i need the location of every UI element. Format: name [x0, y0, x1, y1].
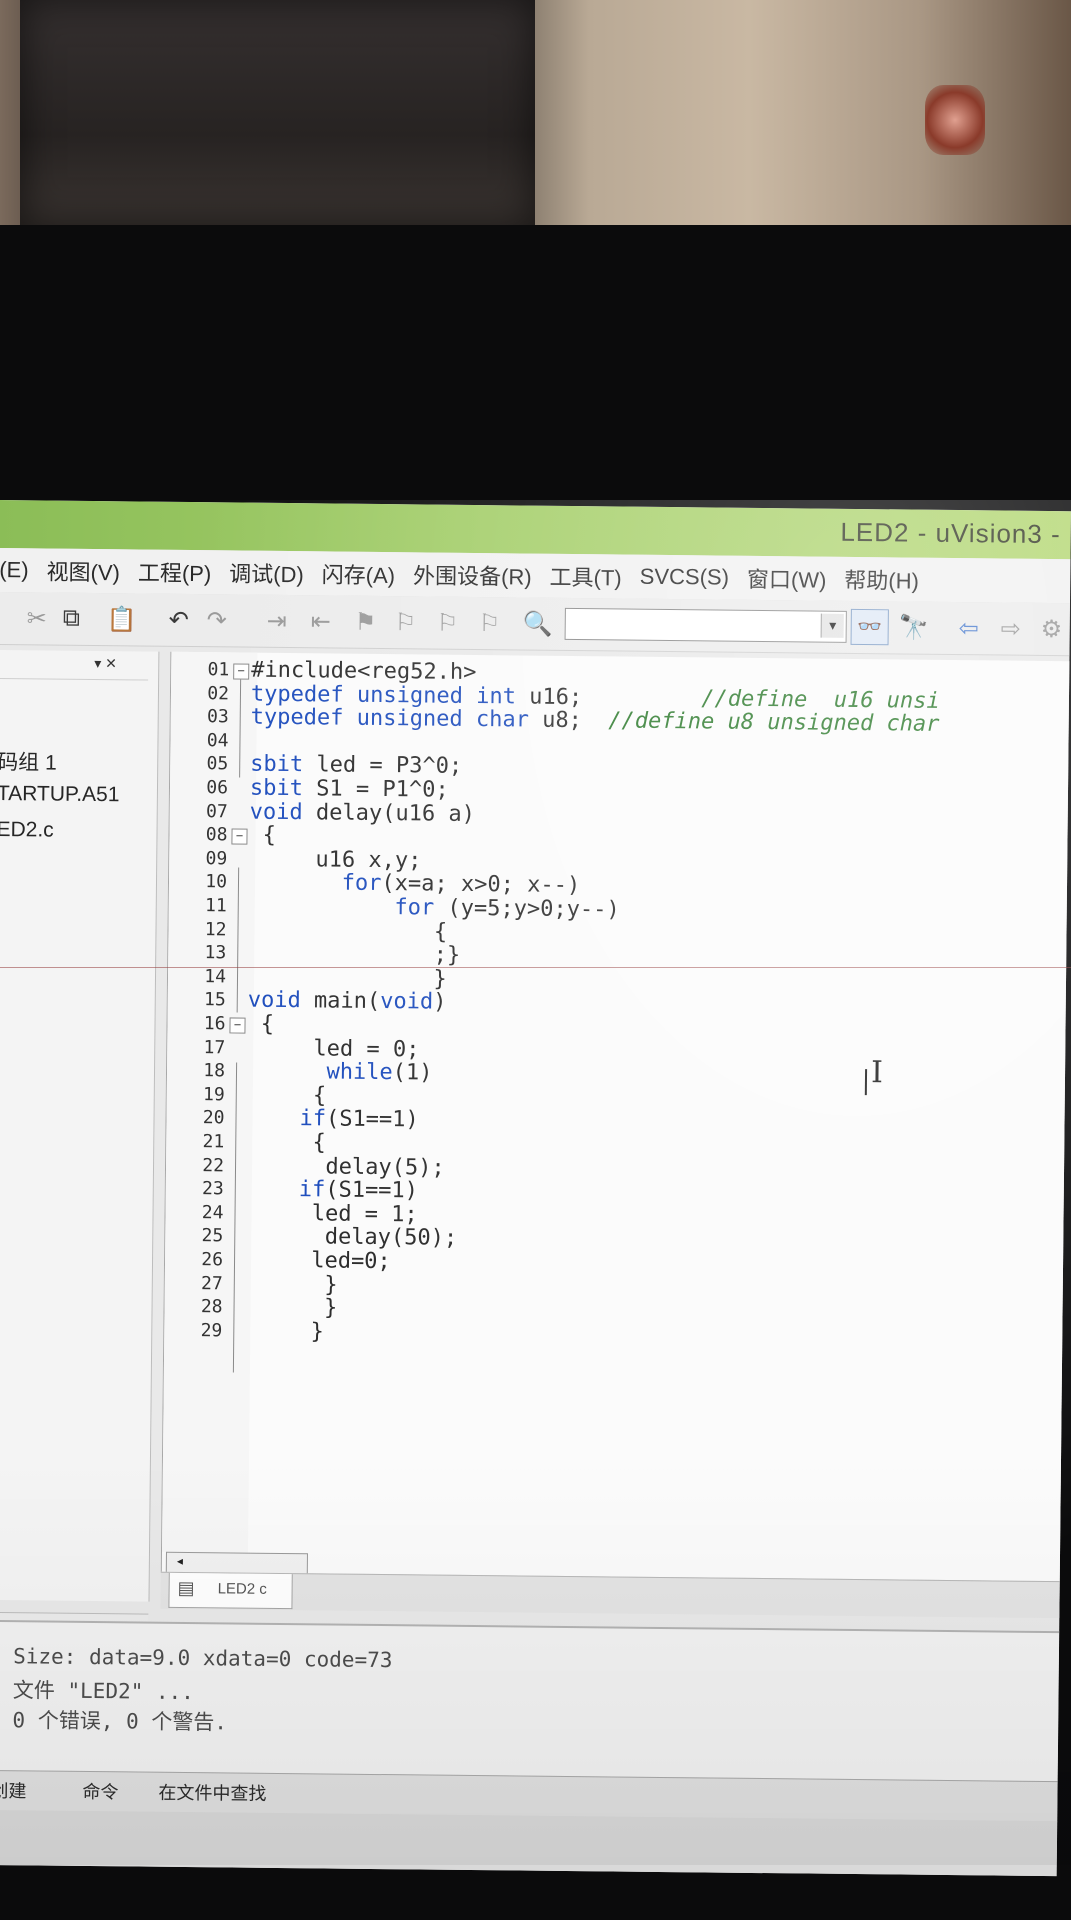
bookmark-clear-icon[interactable]: ⚐ [479, 609, 501, 638]
keyword: int [476, 683, 517, 710]
paste-icon[interactable]: 📋 [107, 605, 137, 634]
cut-icon[interactable]: ✂ [27, 604, 47, 633]
keyword: if [298, 1177, 326, 1203]
line-number: 29 [200, 1319, 223, 1342]
bookmark-prev-icon[interactable]: ⚐ [395, 608, 417, 637]
menu-edit[interactable]: (E) [0, 557, 29, 583]
menu-window[interactable]: 窗口(W) [747, 562, 827, 595]
fold-toggle-icon[interactable]: − [229, 1017, 246, 1034]
menu-flash[interactable]: 闪存(A) [322, 557, 396, 590]
red-lamp [925, 85, 985, 155]
keyword: for [394, 895, 435, 921]
text-cursor [864, 1069, 868, 1096]
tab-label: LED2 c [217, 1580, 267, 1598]
chevron-down-icon[interactable]: ▼ [820, 613, 844, 638]
tab-build[interactable]: 创建 [0, 1777, 27, 1803]
menu-tools[interactable]: 工具(T) [549, 560, 621, 593]
keyword: for [341, 870, 382, 897]
panel-close-icon[interactable]: ▾ ✕ [94, 655, 117, 672]
scroll-left-icon[interactable]: ◂ [177, 1554, 183, 1568]
fold-toggle-icon[interactable]: − [233, 663, 250, 680]
menu-debug[interactable]: 调试(D) [229, 556, 304, 589]
menu-project[interactable]: 工程(P) [138, 555, 212, 588]
copy-icon[interactable]: ⧉ [63, 605, 80, 633]
unindent-icon[interactable]: ⇤ [311, 607, 331, 636]
menu-peripherals[interactable]: 外围设备(R) [413, 558, 532, 591]
code-text: } [244, 1318, 324, 1345]
window-title: LED2 - uVision3 - [840, 516, 1061, 550]
output-line: . Size: data=9.0 xdata=0 code=73 [0, 1643, 393, 1673]
tree-item-source-group[interactable]: 码组 1 [0, 746, 57, 777]
moire-line [0, 967, 1071, 968]
incremental-find-icon[interactable]: 🔭 [899, 613, 929, 642]
keyword: if [299, 1106, 327, 1132]
bookmark-toggle-icon[interactable]: ⚑ [355, 608, 377, 637]
document-icon: ▤ [177, 1577, 195, 1599]
menu-view[interactable]: 视图(V) [46, 554, 120, 587]
ibeam-cursor-icon: I [870, 1055, 884, 1091]
project-panel-header: ▾ ✕ [0, 649, 149, 681]
tab-command[interactable]: 命令 [82, 1778, 118, 1804]
toolbar: ✂ ⧉ 📋 ↶ ↷ ⇥ ⇤ ⚑ ⚐ ⚐ ⚐ 🔍 ▼ 👓 🔭 ⇦ ⇨ ⚙ [0, 591, 1070, 657]
build-output: . Size: data=9.0 xdata=0 code=73 X 文件 "L… [0, 1619, 1060, 1784]
tree-item-startup[interactable]: TARTUP.A51 [0, 782, 120, 807]
find-in-files-icon[interactable]: 🔍 [523, 609, 553, 638]
settings-icon[interactable]: ⚙ [1041, 615, 1063, 644]
back-arrow-icon[interactable]: ⇦ [959, 614, 979, 643]
output-line: - 0 个错误, 0 个警告. [0, 1707, 228, 1735]
door [20, 0, 535, 225]
menu-help[interactable]: 帮助(H) [844, 563, 919, 596]
output-line: X 文件 "LED2" ... [0, 1677, 195, 1705]
project-panel: ▾ ✕ 码组 1 TARTUP.A51 ED2.c ▢ ❖ ▤ [0, 649, 160, 1655]
tree-item-led2[interactable]: ED2.c [0, 818, 54, 843]
fold-toggle-icon[interactable]: − [231, 828, 248, 845]
status-strip [0, 1809, 1058, 1877]
code-editor[interactable]: 01− #include<reg52.h> 02 typedef unsigned i… [160, 651, 1071, 1582]
undo-icon[interactable]: ↶ [169, 606, 189, 635]
redo-icon[interactable]: ↷ [207, 606, 227, 635]
find-combo-input[interactable]: ▼ [564, 607, 847, 643]
room-background [0, 0, 1071, 230]
monitor-screen: LED2 - uVision3 - (E) 视图(V) 工程(P) 调试(D) … [0, 500, 1071, 1877]
menu-svcs[interactable]: SVCS(S) [640, 564, 730, 591]
indent-icon[interactable]: ⇥ [267, 607, 287, 636]
find-binoculars-icon[interactable]: 👓 [850, 608, 889, 646]
tab-led2-c[interactable]: ▤ LED2 c [168, 1572, 293, 1610]
tab-find-in-files[interactable]: 在文件中查找 [158, 1779, 266, 1806]
forward-arrow-icon[interactable]: ⇨ [1001, 614, 1021, 643]
bookmark-next-icon[interactable]: ⚐ [437, 609, 459, 638]
